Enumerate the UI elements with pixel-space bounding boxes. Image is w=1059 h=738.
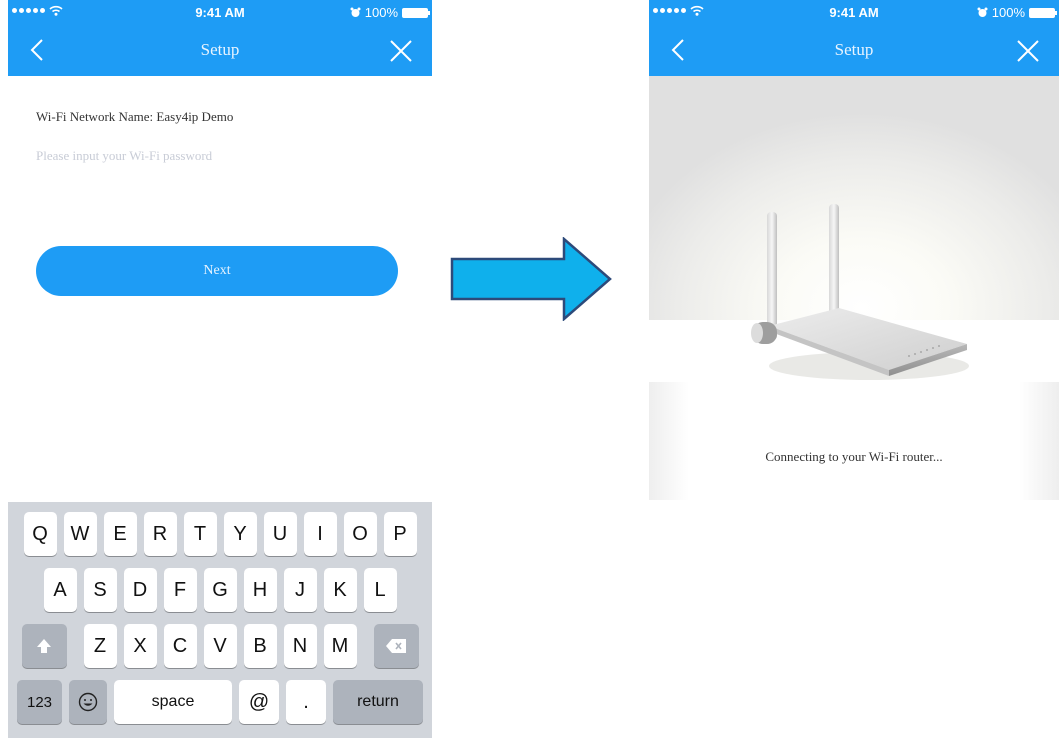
keyboard-row-1: Q W E R T Y U I O P (11, 512, 429, 556)
header: 9:41 AM 100% Setup (649, 0, 1059, 76)
close-icon[interactable] (388, 38, 414, 64)
numbers-key[interactable]: 123 (17, 680, 62, 724)
backspace-key[interactable] (373, 624, 419, 668)
close-icon[interactable] (1015, 38, 1041, 64)
emoji-icon (78, 692, 98, 712)
key-i[interactable]: I (303, 512, 337, 556)
key-g[interactable]: G (203, 568, 237, 612)
keyboard-row-4: 123 space @ . return (11, 680, 429, 724)
key-n[interactable]: N (283, 624, 317, 668)
battery-percent: 100% (364, 5, 398, 20)
key-m[interactable]: M (323, 624, 357, 668)
floor-shade (1019, 382, 1059, 500)
phone-screen-left: 9:41 AM 100% Setup Wi-Fi Network Name: E… (8, 0, 432, 738)
nav-bar: Setup (649, 24, 1059, 76)
shift-key[interactable] (21, 624, 67, 668)
nav-bar: Setup (8, 24, 432, 76)
key-s[interactable]: S (83, 568, 117, 612)
floor-shade (649, 382, 689, 500)
keyboard-row-3: Z X C V B N M (11, 624, 429, 668)
next-button[interactable]: Next (36, 246, 398, 296)
phone-screen-right: 9:41 AM 100% Setup Connecting to your Wi… (649, 0, 1059, 500)
battery-icon (1029, 7, 1057, 18)
key-q[interactable]: Q (23, 512, 57, 556)
key-p[interactable]: P (383, 512, 417, 556)
key-l[interactable]: L (363, 568, 397, 612)
key-w[interactable]: W (63, 512, 97, 556)
emoji-key[interactable] (69, 680, 107, 724)
key-c[interactable]: C (163, 624, 197, 668)
key-h[interactable]: H (243, 568, 277, 612)
key-z[interactable]: Z (83, 624, 117, 668)
key-r[interactable]: R (143, 512, 177, 556)
shift-icon (37, 639, 51, 653)
key-v[interactable]: V (203, 624, 237, 668)
key-u[interactable]: U (263, 512, 297, 556)
status-right: 100% (977, 5, 1057, 20)
status-bar: 9:41 AM 100% (8, 0, 432, 24)
page-title: Setup (200, 40, 240, 59)
keyboard-row-2: A S D F G H J K L (11, 568, 429, 612)
password-input[interactable] (36, 144, 416, 168)
status-right: 100% (350, 5, 430, 20)
key-a[interactable]: A (43, 568, 77, 612)
return-key[interactable]: return (333, 680, 423, 724)
router-illustration (649, 76, 1059, 500)
battery-icon (402, 7, 430, 18)
alarm-icon (350, 7, 361, 17)
key-d[interactable]: D (123, 568, 157, 612)
key-o[interactable]: O (343, 512, 377, 556)
battery-percent: 100% (991, 5, 1025, 20)
period-key[interactable]: . (286, 680, 326, 724)
key-x[interactable]: X (123, 624, 157, 668)
page-title: Setup (834, 40, 874, 59)
network-name-label: Wi-Fi Network Name: Easy4ip Demo (36, 109, 234, 124)
keyboard: Q W E R T Y U I O P A S D F G H J K L Z (8, 502, 432, 738)
backspace-icon (386, 639, 406, 653)
header: 9:41 AM 100% Setup (8, 0, 432, 76)
space-key[interactable]: space (114, 680, 232, 724)
flow-arrow-icon (450, 237, 612, 321)
key-k[interactable]: K (323, 568, 357, 612)
status-bar: 9:41 AM 100% (649, 0, 1059, 24)
key-f[interactable]: F (163, 568, 197, 612)
alarm-icon (977, 7, 988, 17)
key-y[interactable]: Y (223, 512, 257, 556)
at-key[interactable]: @ (239, 680, 279, 724)
connecting-status-text: Connecting to your Wi-Fi router... (765, 449, 943, 464)
key-t[interactable]: T (183, 512, 217, 556)
key-e[interactable]: E (103, 512, 137, 556)
key-j[interactable]: J (283, 568, 317, 612)
key-b[interactable]: B (243, 624, 277, 668)
router-icon (751, 204, 969, 380)
